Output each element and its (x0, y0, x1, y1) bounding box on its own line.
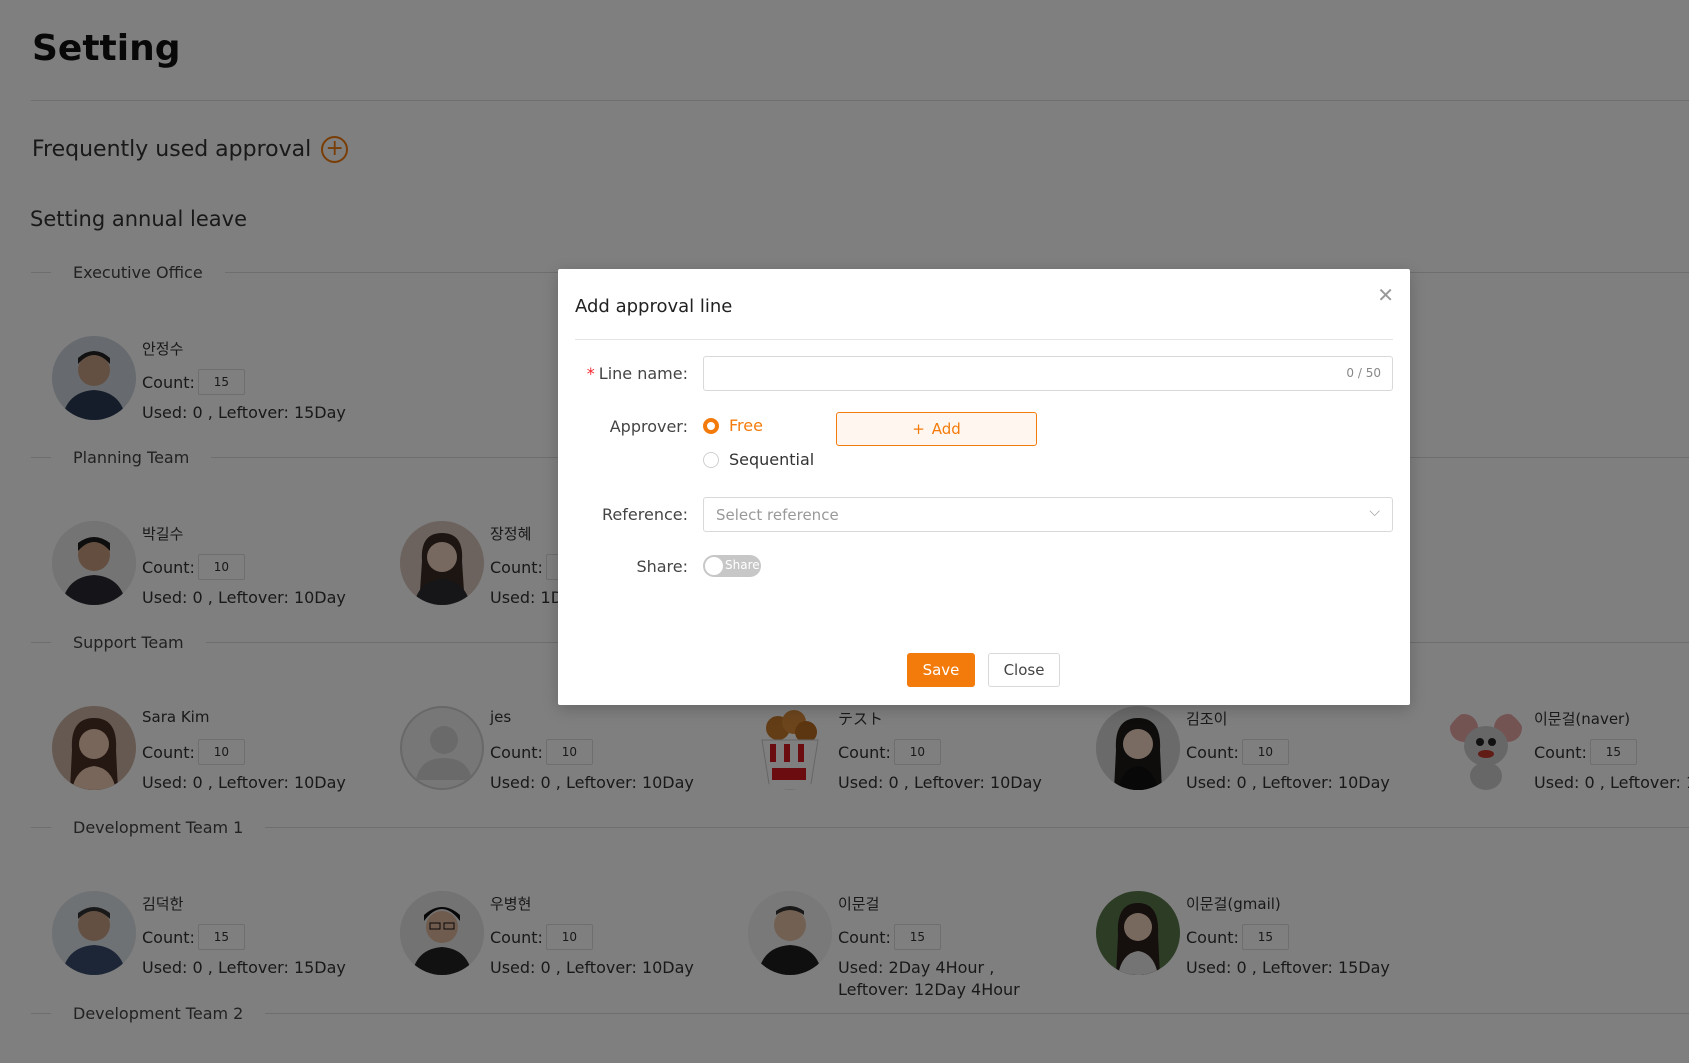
radio-free[interactable]: Free (703, 416, 763, 435)
add-approver-button[interactable]: + Add (836, 412, 1037, 446)
close-button[interactable]: Close (988, 653, 1060, 687)
reference-label: Reference: (602, 505, 688, 524)
radio-sequential-label: Sequential (729, 450, 815, 469)
share-toggle-text: Share (725, 558, 760, 572)
radio-dot (703, 417, 719, 434)
line-name-input[interactable]: 0 / 50 (703, 356, 1393, 391)
add-approval-line-modal: Add approval line ✕ * Line name: 0 / 50 A… (558, 269, 1410, 705)
plus-icon: + (912, 420, 925, 438)
share-toggle[interactable]: Share (703, 555, 761, 577)
line-name-label: * Line name: (587, 364, 688, 383)
approver-label: Approver: (609, 417, 688, 436)
required-mark: * (586, 364, 595, 383)
radio-free-label: Free (729, 416, 763, 435)
share-label: Share: (636, 557, 688, 576)
reference-placeholder: Select reference (716, 506, 839, 524)
char-counter: 0 / 50 (1346, 366, 1381, 380)
radio-dot (703, 451, 719, 468)
add-button-label: Add (931, 420, 961, 438)
save-button[interactable]: Save (907, 653, 975, 687)
chevron-down-icon: ⌵ (1369, 504, 1380, 520)
line-name-label-text: Line name: (598, 364, 688, 383)
reference-select[interactable]: Select reference ⌵ (703, 497, 1393, 532)
radio-sequential[interactable]: Sequential (703, 450, 814, 469)
close-icon[interactable]: ✕ (1377, 283, 1394, 307)
toggle-knob (705, 557, 723, 575)
modal-title: Add approval line (575, 296, 733, 317)
modal-divider (575, 339, 1393, 340)
